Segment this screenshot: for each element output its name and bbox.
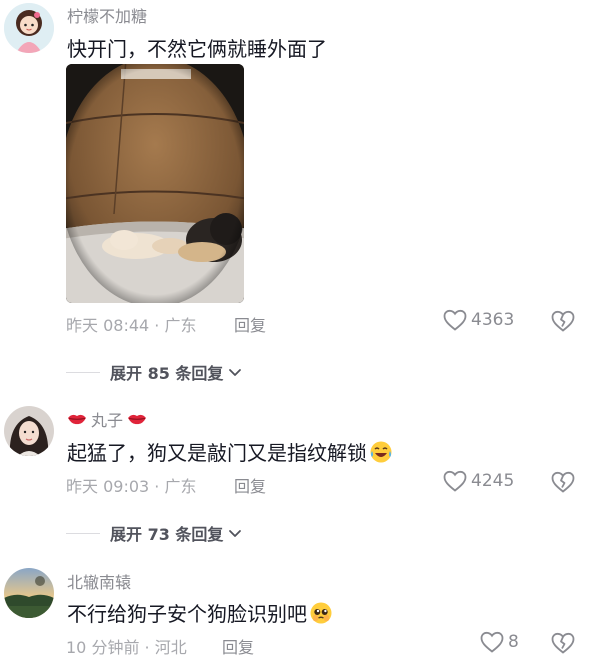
like-count: 4245 bbox=[471, 471, 515, 491]
comment-text: 不行给狗子安个狗脸识别吧 bbox=[67, 598, 333, 627]
like-button[interactable]: 4363 bbox=[443, 309, 514, 331]
broken-heart-icon bbox=[551, 471, 575, 493]
avatar[interactable] bbox=[4, 3, 54, 53]
comment-item: 北辙南辕 不行给狗子安个狗脸识别吧 10 分钟前 · 河北 回复 8 bbox=[0, 560, 593, 661]
divider bbox=[66, 532, 100, 534]
dislike-button[interactable] bbox=[551, 310, 575, 336]
comment-username[interactable]: 柠檬不加糖 bbox=[67, 3, 147, 27]
expand-replies-label: 展开 73 条回复 bbox=[110, 525, 224, 544]
expand-replies-label: 展开 85 条回复 bbox=[110, 364, 224, 383]
like-button[interactable]: 4245 bbox=[443, 470, 514, 492]
chevron-down-icon bbox=[229, 530, 242, 537]
pleading-face-emoji-icon bbox=[310, 602, 332, 624]
comment-location: · 广东 bbox=[154, 477, 197, 496]
lips-icon bbox=[128, 414, 147, 425]
reply-button[interactable]: 回复 bbox=[222, 634, 254, 658]
landscape-avatar-icon bbox=[4, 568, 54, 618]
comment-image[interactable] bbox=[66, 64, 244, 303]
girl-photo-avatar-icon bbox=[4, 406, 54, 456]
avatar[interactable] bbox=[4, 568, 54, 618]
expand-replies-button[interactable]: 展开 85 条回复 bbox=[66, 360, 243, 384]
like-button[interactable]: 8 bbox=[480, 631, 519, 653]
comment-location: · 河北 bbox=[144, 638, 187, 657]
divider bbox=[66, 371, 100, 373]
comment-item: 柠檬不加糖 快开门，不然它俩就睡外面了 昨天 08:44 · 广东 回复 436… bbox=[0, 0, 593, 400]
comment-timestamp: 昨天 09:03 · 广东 bbox=[66, 477, 197, 496]
dislike-button[interactable] bbox=[551, 471, 575, 497]
avatar[interactable] bbox=[4, 406, 54, 456]
laughing-crying-emoji-icon bbox=[370, 441, 392, 463]
comment-text: 快开门，不然它俩就睡外面了 bbox=[67, 37, 327, 61]
comment-username[interactable]: 丸子 bbox=[67, 407, 147, 431]
expand-replies-button[interactable]: 展开 73 条回复 bbox=[66, 521, 243, 545]
comment-location: · 广东 bbox=[154, 316, 197, 335]
comment-text: 起猛了，狗又是敲门又是指纹解锁 bbox=[67, 437, 393, 466]
comment-item: 丸子 起猛了，狗又是敲门又是指纹解锁 昨天 09:03 · 广东 回复 4245 bbox=[0, 400, 593, 550]
reply-button[interactable]: 回复 bbox=[234, 312, 266, 336]
heart-icon bbox=[443, 309, 467, 331]
comment-timestamp: 昨天 08:44 · 广东 bbox=[66, 316, 197, 335]
like-count: 4363 bbox=[471, 310, 515, 330]
heart-icon bbox=[480, 631, 504, 653]
chevron-down-icon bbox=[229, 369, 242, 376]
broken-heart-icon bbox=[551, 310, 575, 332]
cartoon-girl-avatar-icon bbox=[4, 3, 54, 53]
peephole-photo-image bbox=[66, 64, 244, 303]
reply-button[interactable]: 回复 bbox=[234, 473, 266, 497]
broken-heart-icon bbox=[551, 632, 575, 654]
dislike-button[interactable] bbox=[551, 632, 575, 658]
like-count: 8 bbox=[508, 632, 519, 652]
lips-icon bbox=[68, 414, 86, 425]
comment-username[interactable]: 北辙南辕 bbox=[67, 569, 131, 593]
heart-icon bbox=[443, 470, 467, 492]
comment-timestamp: 10 分钟前 · 河北 bbox=[66, 638, 187, 657]
